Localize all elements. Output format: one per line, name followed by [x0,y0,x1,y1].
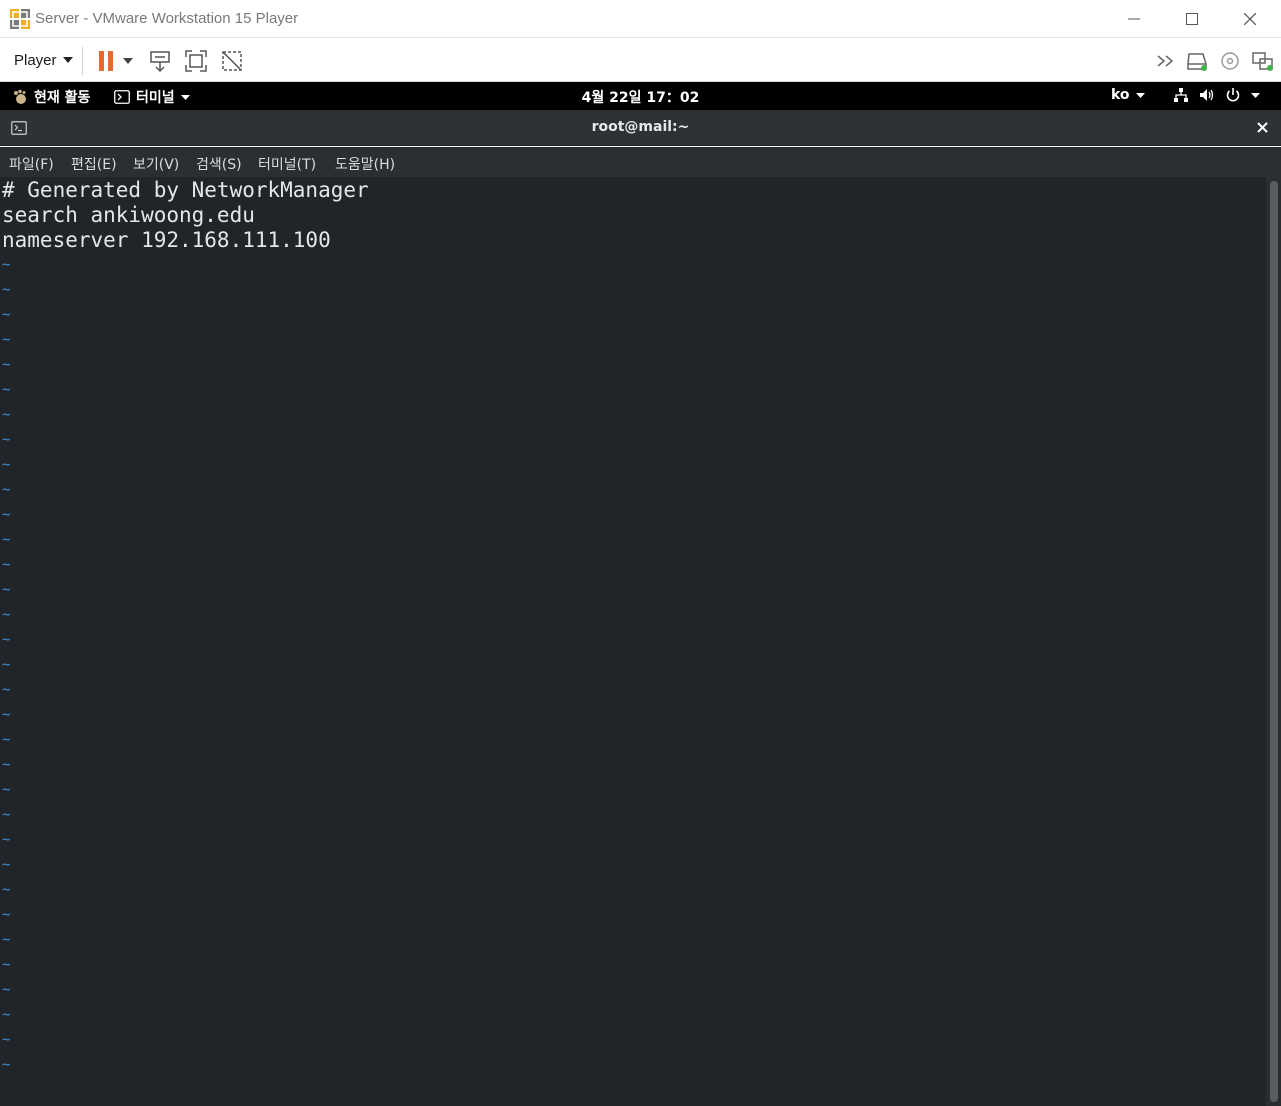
vmware-player-window: Server - VMware Workstation 15 Player Pl… [0,0,1281,1106]
maximize-icon [1186,13,1198,25]
scrollbar-thumb[interactable] [1270,181,1278,1102]
minimize-button[interactable] [1105,0,1163,38]
empty-line-marker: ~ [2,732,11,748]
unity-button[interactable] [218,47,246,75]
pause-dropdown-button[interactable] [117,47,139,75]
empty-line-marker: ~ [2,707,11,723]
empty-line-marker: ~ [2,857,11,873]
clock[interactable]: 4월 22일 17：02 [0,87,1281,107]
empty-line-marker: ~ [2,932,11,948]
empty-line-marker: ~ [2,1032,11,1048]
empty-line-marker: ~ [2,632,11,648]
more-devices-button[interactable] [1153,47,1181,75]
hard-disk-button[interactable] [1183,47,1211,75]
pause-button[interactable] [92,47,120,75]
menu-search[interactable]: 검색(S) [196,154,242,174]
empty-line-marker: ~ [2,957,11,973]
empty-line-marker: ~ [2,307,11,323]
network-adapter-icon [1252,52,1273,71]
window-titlebar: Server - VMware Workstation 15 Player [0,0,1281,38]
gnome-top-bar: 현재 활동 터미널 4월 22일 17：02 ko [0,82,1281,110]
terminal-title: root@mail:~ [591,119,690,135]
empty-line-marker: ~ [2,657,11,673]
terminal-menubar: 파일(F) 편집(E) 보기(V) 검색(S) 터미널(T) 도움말(H) [0,147,1281,177]
send-ctrl-alt-del-button[interactable] [146,47,174,75]
power-icon [1226,88,1240,102]
empty-line-marker: ~ [2,982,11,998]
cd-icon [1221,52,1239,70]
empty-line-marker: ~ [2,332,11,348]
full-screen-button[interactable] [182,47,210,75]
player-menu-button[interactable]: Player [14,50,73,70]
empty-line-marker: ~ [2,257,11,273]
terminal-headerbar: root@mail:~ [0,110,1281,146]
full-screen-icon [185,50,207,72]
empty-line-marker: ~ [2,582,11,598]
empty-line-marker: ~ [2,807,11,823]
empty-line-marker: ~ [2,782,11,798]
player-menu-label: Player [14,51,57,69]
cd-dvd-button[interactable] [1216,47,1244,75]
send-ctrl-alt-del-icon [150,51,170,73]
close-icon [1244,13,1256,25]
empty-line-marker: ~ [2,507,11,523]
empty-line-marker: ~ [2,357,11,373]
more-icon [1157,55,1174,67]
vmware-logo-icon [10,9,30,29]
empty-line-marker: ~ [2,832,11,848]
menu-help[interactable]: 도움말(H) [335,154,395,174]
empty-line-marker: ~ [2,907,11,923]
empty-line-marker: ~ [2,1057,11,1073]
unity-icon [222,51,242,71]
empty-line-marker: ~ [2,682,11,698]
empty-line-marker: ~ [2,432,11,448]
empty-line-marker: ~ [2,1007,11,1023]
empty-line-marker: ~ [2,407,11,423]
network-adapter-button[interactable] [1249,47,1277,75]
empty-line-marker: ~ [2,607,11,623]
buffer-line-2: search ankiwoong.edu [2,203,255,227]
maximize-button[interactable] [1163,0,1221,38]
menu-terminal[interactable]: 터미널(T) [258,154,316,174]
menu-view[interactable]: 보기(V) [133,154,179,174]
close-icon[interactable] [1257,122,1268,133]
disk-icon [1187,53,1207,71]
chevron-down-icon [1251,92,1260,98]
empty-line-marker: ~ [2,757,11,773]
chevron-down-icon [62,57,73,63]
empty-line-marker: ~ [2,457,11,473]
terminal-content[interactable]: # Generated by NetworkManager search ank… [0,177,1281,1106]
empty-line-marker: ~ [2,282,11,298]
empty-line-marker: ~ [2,482,11,498]
chevron-down-icon [123,58,133,64]
buffer-line-3: nameserver 192.168.111.100 [2,228,331,252]
close-button[interactable] [1221,0,1279,38]
volume-icon [1200,89,1214,101]
pause-icon [99,51,113,71]
empty-line-marker: ~ [2,557,11,573]
system-menu[interactable] [1173,87,1260,103]
vmware-toolbar: Player [0,39,1281,82]
keyboard-layout-label: ko [1111,87,1130,103]
keyboard-layout-indicator[interactable]: ko [1111,87,1145,103]
chevron-down-icon [1135,92,1145,98]
empty-line-marker: ~ [2,532,11,548]
menu-edit[interactable]: 편집(E) [71,154,117,174]
buffer-line-1: # Generated by NetworkManager [2,178,369,202]
empty-line-marker: ~ [2,882,11,898]
window-title: Server - VMware Workstation 15 Player [35,10,299,27]
toolbar-divider [82,47,83,75]
network-wired-icon [1174,88,1188,102]
menu-file[interactable]: 파일(F) [9,154,54,174]
minimize-icon [1128,18,1140,20]
empty-line-marker: ~ [2,382,11,398]
